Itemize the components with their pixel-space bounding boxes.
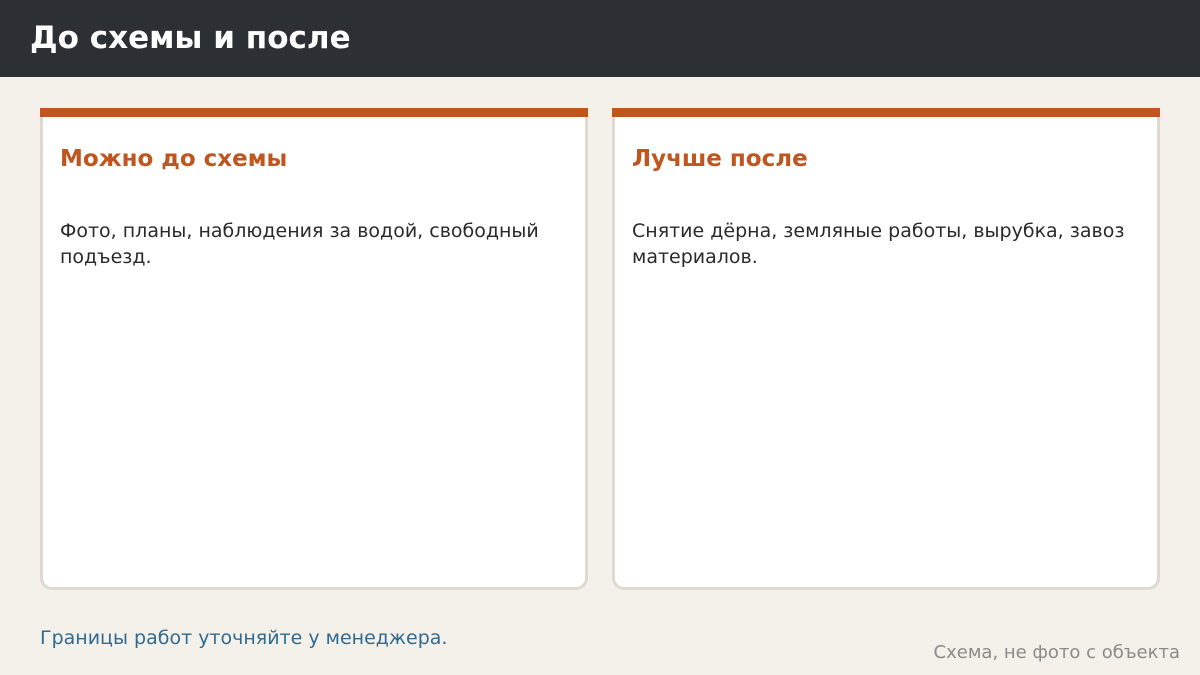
image-caption: Схема, не фото с объекта: [933, 642, 1180, 663]
card-accent-bar: [612, 108, 1160, 117]
card-body-before: Фото, планы, наблюдения за водой, свобод…: [60, 220, 539, 268]
card-accent-bar: [40, 108, 588, 117]
card-body-after: Снятие дёрна, земляные работы, вырубка, …: [632, 220, 1125, 268]
footer-note: Границы работ уточняйте у менеджера.: [40, 627, 448, 649]
header-bar: До схемы и после: [0, 0, 1200, 77]
page-title: До схемы и после: [30, 20, 351, 56]
card-title-after: Лучше после: [632, 146, 808, 172]
card-before-scheme: Можно до схемы Фото, планы, наблюдения з…: [40, 108, 588, 590]
card-after-scheme: Лучше после Снятие дёрна, земляные работ…: [612, 108, 1160, 590]
card-title-before: Можно до схемы: [60, 146, 288, 172]
